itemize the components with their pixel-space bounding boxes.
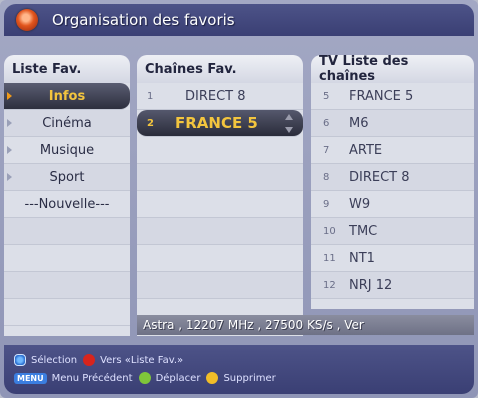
select-hint: Sélection bbox=[31, 354, 78, 366]
move-hint: Déplacer bbox=[155, 372, 201, 384]
title-bar: Organisation des favoris bbox=[4, 4, 474, 36]
channel-name: TMC bbox=[349, 223, 378, 239]
delete-hint: Supprimer bbox=[223, 372, 276, 384]
channel-name: NRJ 12 bbox=[349, 277, 393, 293]
favorite-lists-panel: Liste Fav. Infos Cinéma Musique Sport --… bbox=[4, 55, 130, 336]
new-favorite-list-item[interactable]: ---Nouvelle--- bbox=[4, 191, 130, 218]
arrow-right-icon bbox=[7, 146, 12, 154]
channel-name: NT1 bbox=[349, 250, 375, 266]
tv-channel-row[interactable]: 9 W9 bbox=[311, 191, 474, 218]
empty-row bbox=[137, 137, 303, 164]
transponder-info: Astra , 12207 MHz , 27500 KS/s , Ver bbox=[137, 315, 474, 335]
channel-name: FRANCE 5 bbox=[175, 114, 258, 132]
arrow-right-icon bbox=[7, 173, 12, 181]
favorite-list-item-musique[interactable]: Musique bbox=[4, 137, 130, 164]
channel-number: 2 bbox=[147, 117, 154, 129]
favorite-channel-row[interactable]: 1 DIRECT 8 bbox=[137, 83, 303, 110]
channel-number: 9 bbox=[323, 198, 330, 210]
tv-channel-row[interactable]: 8 DIRECT 8 bbox=[311, 164, 474, 191]
favorite-list-label: Infos bbox=[48, 88, 86, 104]
channel-name: ARTE bbox=[349, 142, 383, 158]
favorite-list-label: Sport bbox=[49, 169, 85, 185]
help-line: MENU Menu Précédent Déplacer Supprimer bbox=[14, 369, 464, 387]
yellow-key-icon bbox=[206, 372, 219, 384]
tv-channel-list-panel: TV Liste des chaînes 5 FRANCE 5 6 M6 7 A… bbox=[311, 54, 474, 309]
empty-row bbox=[4, 218, 130, 245]
favorite-list-item-cinema[interactable]: Cinéma bbox=[4, 110, 130, 137]
favorite-channels-header: Chaînes Fav. bbox=[137, 55, 303, 83]
favorite-list-label: Musique bbox=[39, 142, 95, 158]
favorite-lists-header: Liste Fav. bbox=[4, 55, 130, 83]
tv-channel-list-header: TV Liste des chaînes bbox=[311, 54, 474, 84]
empty-row bbox=[137, 245, 303, 272]
channel-name: M6 bbox=[349, 115, 369, 131]
red-key-icon bbox=[83, 354, 96, 366]
channel-name: W9 bbox=[349, 196, 371, 212]
previous-menu-hint: Menu Précédent bbox=[51, 372, 133, 384]
empty-row bbox=[137, 218, 303, 245]
channel-name: DIRECT 8 bbox=[185, 88, 246, 104]
tv-channel-row[interactable]: 7 ARTE bbox=[311, 137, 474, 164]
favorite-channel-row-selected[interactable]: 2 FRANCE 5 bbox=[137, 110, 303, 137]
empty-row bbox=[4, 272, 130, 299]
navigation-key-icon bbox=[14, 354, 26, 366]
green-key-icon bbox=[138, 372, 151, 384]
channel-number: 11 bbox=[323, 252, 336, 264]
channel-number: 12 bbox=[323, 279, 336, 291]
channel-number: 6 bbox=[323, 117, 330, 129]
channel-name: FRANCE 5 bbox=[349, 88, 414, 104]
help-line: Sélection Vers «Liste Fav.» bbox=[14, 351, 464, 369]
channel-number: 1 bbox=[147, 90, 154, 102]
empty-row bbox=[137, 191, 303, 218]
empty-row bbox=[137, 272, 303, 299]
page-title: Organisation des favoris bbox=[52, 11, 235, 29]
empty-row bbox=[4, 245, 130, 272]
tv-screen: Organisation des favoris Liste Fav. Info… bbox=[0, 0, 478, 398]
channel-number: 5 bbox=[323, 90, 330, 102]
move-up-down-icon bbox=[285, 114, 295, 133]
arrow-right-icon bbox=[7, 119, 12, 127]
channel-name: DIRECT 8 bbox=[349, 169, 410, 185]
favorite-list-label: ---Nouvelle--- bbox=[24, 196, 110, 212]
menu-key-icon: MENU bbox=[14, 372, 47, 384]
to-favorites-hint: Vers «Liste Fav.» bbox=[100, 354, 184, 366]
tv-channel-list: 5 FRANCE 5 6 M6 7 ARTE 8 DIRECT 8 9 W9 1… bbox=[311, 83, 474, 309]
tv-channel-row[interactable]: 6 M6 bbox=[311, 110, 474, 137]
empty-row bbox=[4, 299, 130, 326]
tv-channel-row[interactable]: 5 FRANCE 5 bbox=[311, 83, 474, 110]
favorite-lists: Infos Cinéma Musique Sport ---Nouvelle--… bbox=[4, 83, 130, 336]
channel-number: 10 bbox=[323, 225, 336, 237]
favorite-list-label: Cinéma bbox=[42, 115, 92, 131]
tv-channel-row[interactable]: 11 NT1 bbox=[311, 245, 474, 272]
arrow-right-icon bbox=[7, 92, 12, 100]
empty-row bbox=[137, 164, 303, 191]
favorite-channels: 1 DIRECT 8 2 FRANCE 5 bbox=[137, 83, 303, 336]
tv-channel-row[interactable]: 10 TMC bbox=[311, 218, 474, 245]
favorite-list-item-sport[interactable]: Sport bbox=[4, 164, 130, 191]
channel-number: 7 bbox=[323, 144, 330, 156]
favorite-list-item-infos[interactable]: Infos bbox=[4, 83, 130, 110]
favorite-channels-panel: Chaînes Fav. 1 DIRECT 8 2 FRANCE 5 bbox=[137, 55, 303, 336]
app-logo-icon bbox=[16, 9, 38, 31]
help-bar: Sélection Vers «Liste Fav.» MENU Menu Pr… bbox=[4, 345, 474, 394]
tv-channel-row[interactable]: 12 NRJ 12 bbox=[311, 272, 474, 299]
channel-number: 8 bbox=[323, 171, 330, 183]
